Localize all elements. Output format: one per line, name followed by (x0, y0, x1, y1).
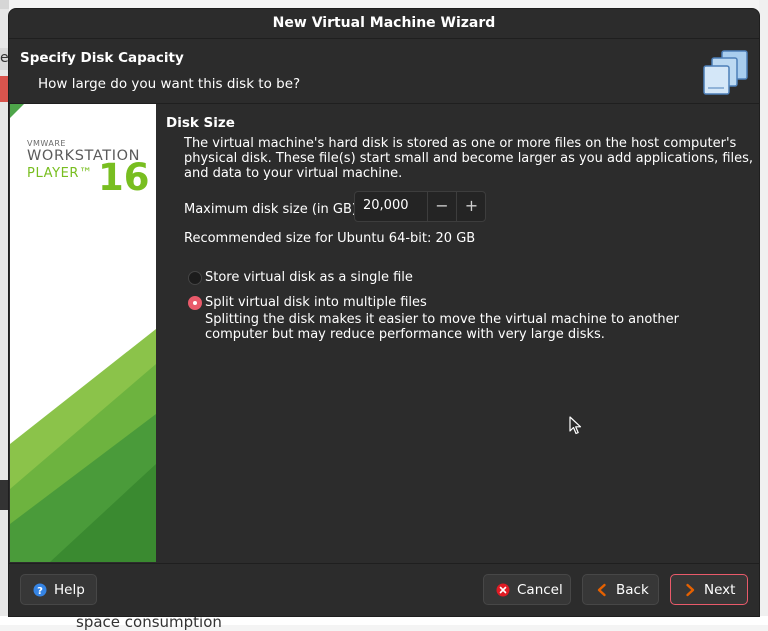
wizard-dialog: New Virtual Machine Wizard Specify Disk … (9, 9, 759, 616)
decrement-button[interactable]: − (427, 192, 456, 221)
background-window-left: e (0, 0, 10, 625)
window-title: New Virtual Machine Wizard (272, 15, 496, 31)
chevron-right-icon (686, 583, 695, 597)
edition-name: PLAYER™ (27, 166, 93, 181)
cancel-label: Cancel (517, 582, 563, 598)
back-label: Back (616, 582, 649, 598)
background-dark-block (0, 480, 9, 510)
background-tab-text: e (0, 50, 9, 66)
radio-indicator-split[interactable] (188, 296, 202, 310)
chevron-left-icon (597, 583, 606, 597)
background-text: space consumption (76, 613, 222, 631)
wizard-header: Specify Disk Capacity How large do you w… (9, 39, 759, 104)
section-title: Disk Size (166, 115, 235, 131)
split-explanation: Splitting the disk makes it easier to mo… (205, 312, 679, 342)
next-button[interactable]: Next (670, 574, 748, 605)
back-button[interactable]: Back (582, 574, 659, 605)
radio-label-split: Split virtual disk into multiple files (205, 295, 427, 310)
product-banner: VMWARE WORKSTATION PLAYER™ 16 (10, 104, 156, 562)
cancel-button[interactable]: Cancel (483, 574, 571, 605)
background-red-block (0, 76, 9, 102)
max-size-label: Maximum disk size (in GB): (184, 202, 362, 217)
stacked-disks-icon (702, 48, 750, 96)
wizard-footer: ? Help Cancel Back Next (9, 563, 759, 616)
page-subtitle: How large do you want this disk to be? (38, 76, 301, 92)
increment-button[interactable]: + (456, 192, 486, 221)
mouse-cursor-icon (569, 416, 582, 435)
help-label: Help (54, 582, 85, 598)
disk-size-input[interactable]: 20,000 (363, 198, 409, 213)
svg-text:?: ? (37, 586, 43, 597)
brand-name: VMWARE (27, 139, 66, 148)
title-bar[interactable]: New Virtual Machine Wizard (9, 9, 759, 39)
next-label: Next (704, 582, 736, 598)
help-button[interactable]: ? Help (20, 574, 97, 605)
recommended-size-text: Recommended size for Ubuntu 64-bit: 20 G… (184, 231, 476, 246)
background-window-right (759, 0, 768, 625)
background-toolbar-fragment (0, 0, 9, 9)
cancel-icon (496, 583, 510, 597)
disk-description: The virtual machine's hard disk is store… (184, 136, 754, 181)
radio-label-single: Store virtual disk as a single file (205, 270, 413, 285)
disk-size-spinbox: 20,000 − + (354, 191, 486, 222)
radio-indicator-single[interactable] (188, 271, 202, 285)
page-title: Specify Disk Capacity (20, 50, 184, 66)
version-number: 16 (98, 156, 150, 199)
help-icon: ? (33, 583, 47, 597)
